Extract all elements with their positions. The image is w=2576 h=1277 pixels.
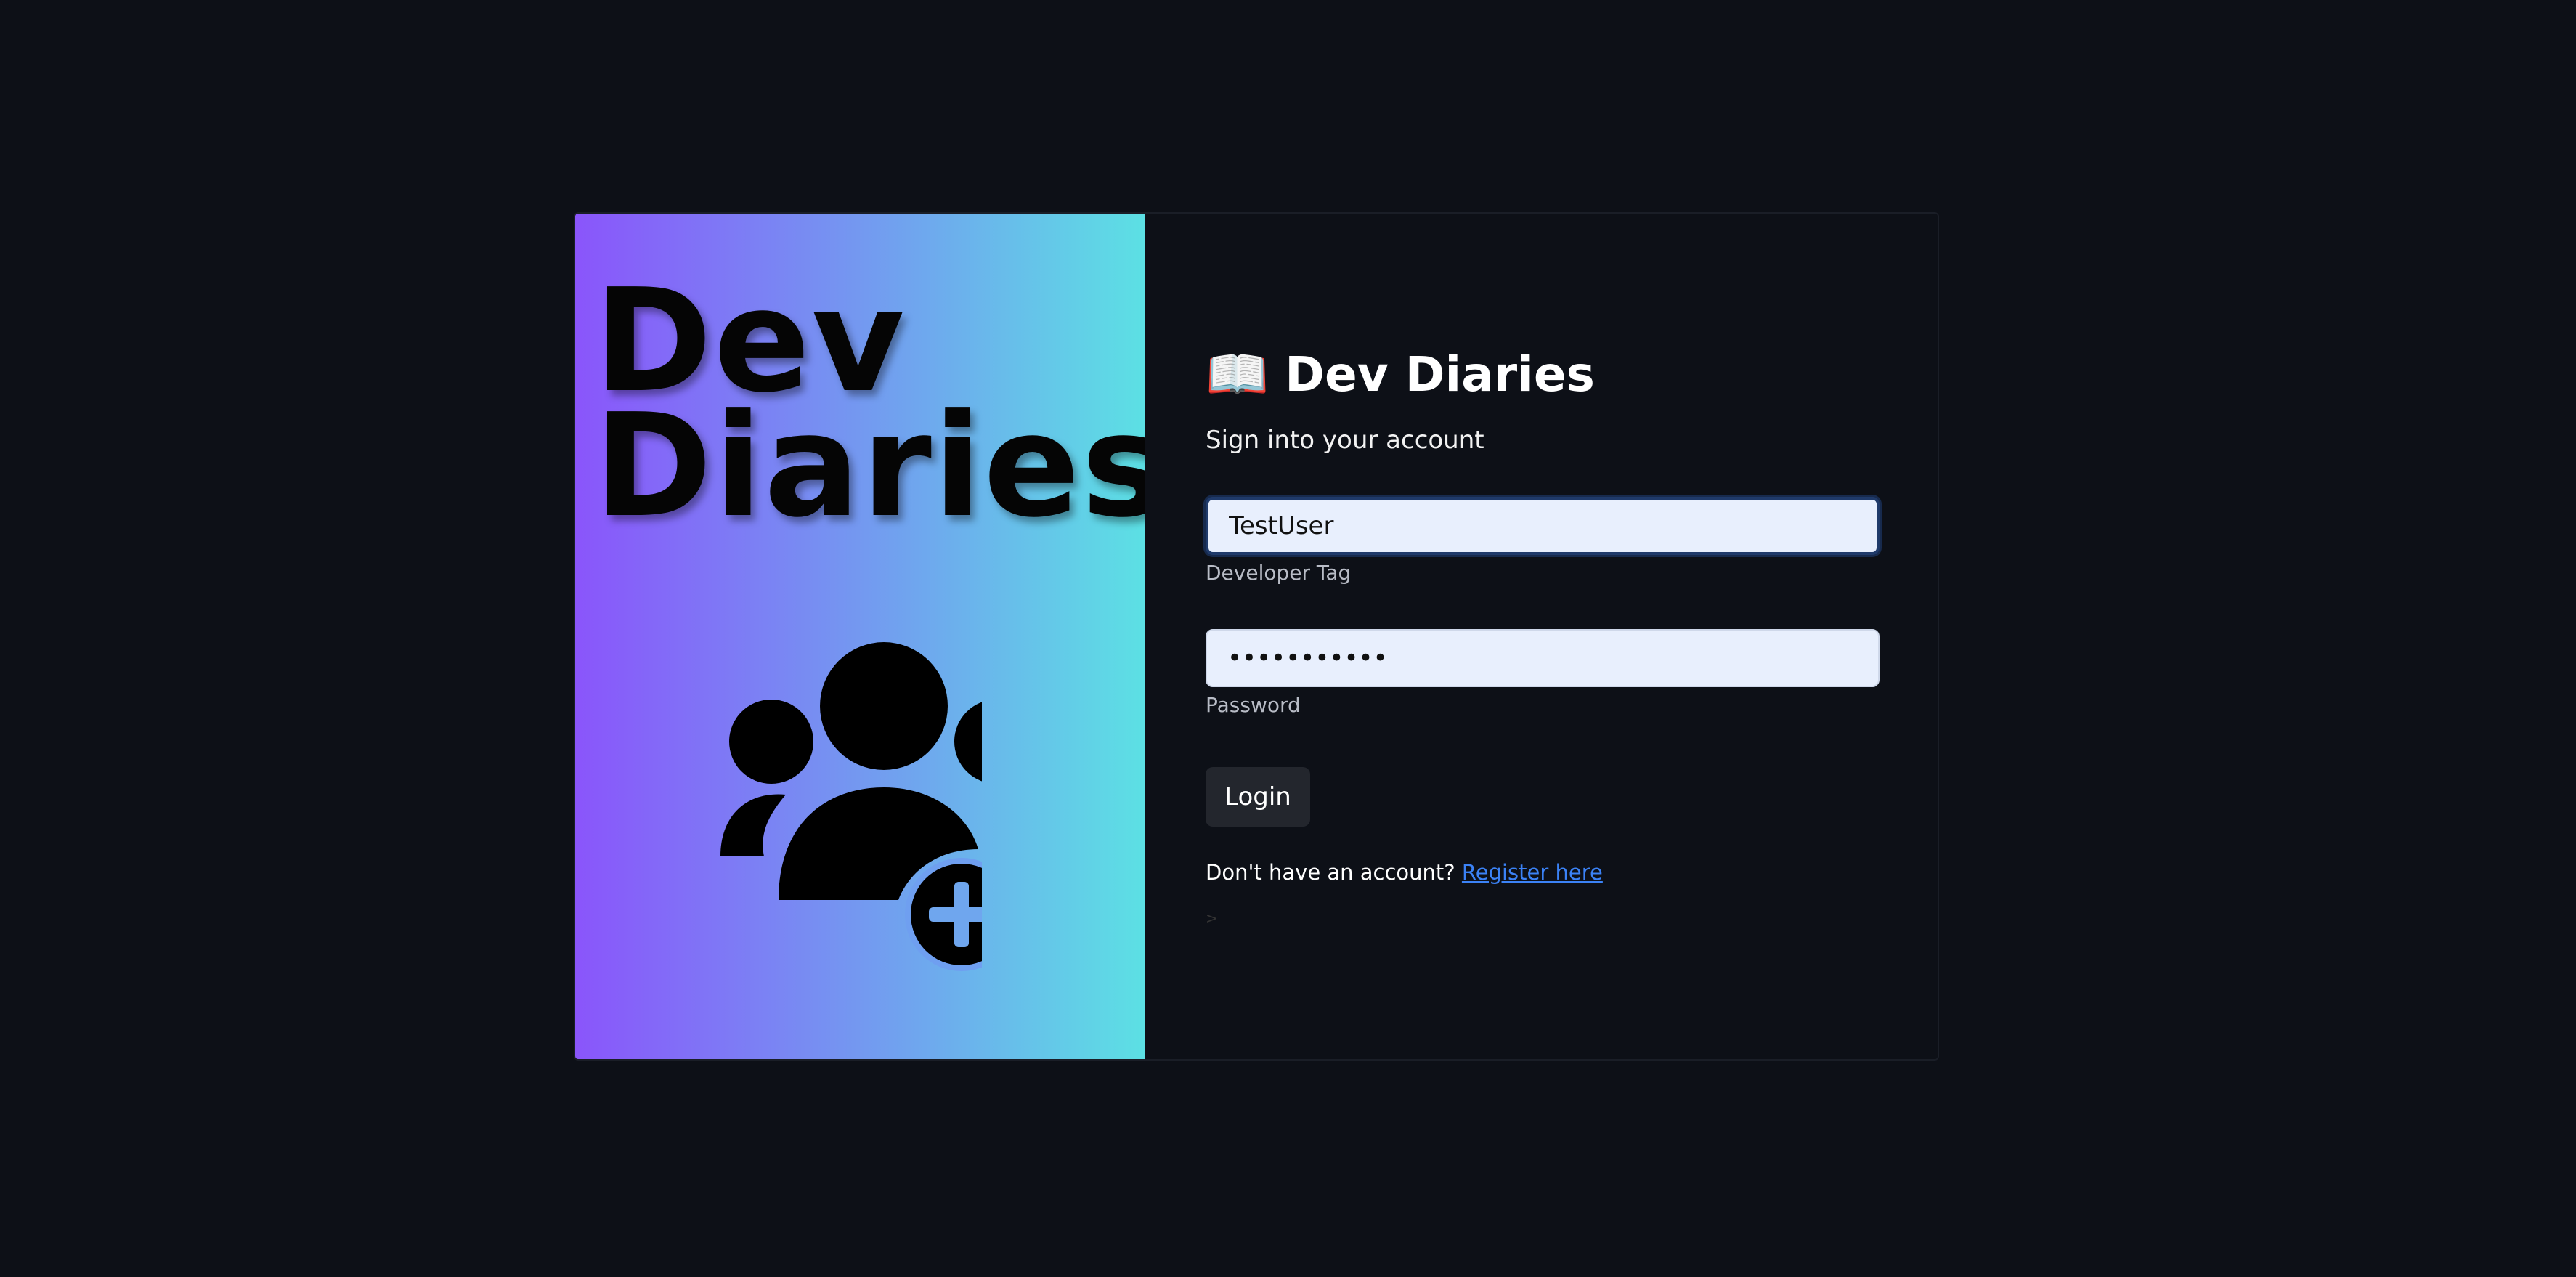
username-label: Developer Tag [1206,561,1352,585]
login-card: Dev Diaries 📖 Dev Diaries Sign into your… [574,212,1939,1061]
user-group-add-icon [720,642,982,971]
password-field-group: Password [1206,629,1880,717]
password-label: Password [1206,693,1301,717]
password-input[interactable] [1206,629,1880,687]
page-subtitle: Sign into your account [1206,426,1484,455]
hero-title-line2: Diaries [594,384,1168,549]
username-field-group: Developer Tag [1206,497,1880,585]
hero-title: Dev Diaries [594,270,1168,549]
hero-panel: Dev Diaries [575,214,1166,1059]
brand-name: Dev Diaries [1285,346,1595,402]
stray-text: > [1206,909,1218,927]
brand: 📖 Dev Diaries [1206,344,1595,405]
open-book-icon: 📖 [1206,344,1269,404]
form-pane: 📖 Dev Diaries Sign into your account Dev… [1145,214,1938,1059]
login-button[interactable]: Login [1206,767,1310,827]
register-link[interactable]: Register here [1462,860,1603,885]
register-prompt: Don't have an account? Register here [1206,860,1603,885]
register-prompt-text: Don't have an account? [1206,860,1455,885]
username-input[interactable] [1206,497,1880,555]
